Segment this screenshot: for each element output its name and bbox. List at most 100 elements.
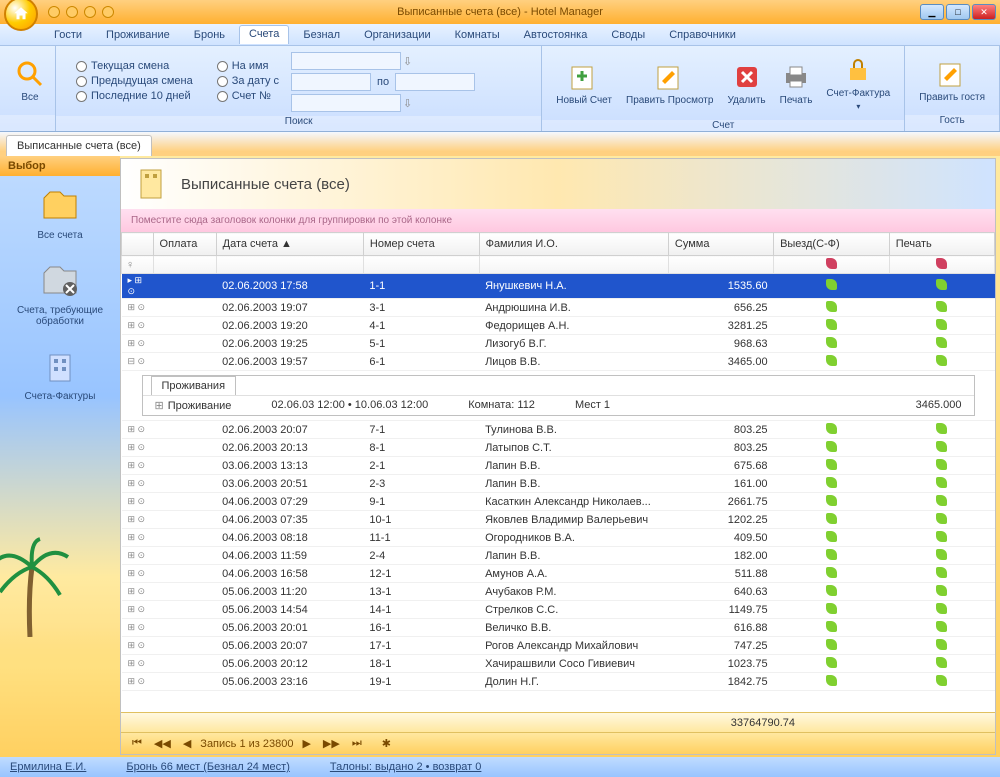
status-booking[interactable]: Бронь 66 мест (Безнал 24 мест) [126,761,290,773]
nav-next-button[interactable]: ▶ [299,737,313,750]
name-input[interactable] [291,52,401,70]
table-row[interactable]: ⊞ ⊙05.06.2003 14:5414-1Стрелков С.С.1149… [122,601,995,619]
status-coupons[interactable]: Талоны: выдано 2 • возврат 0 [330,761,482,773]
qa-button[interactable] [66,6,78,18]
printer-icon [780,61,812,93]
nav-prevpage-button[interactable]: ◀◀ [151,737,174,750]
record-navigator: ⏮ ◀◀ ◀ Запись 1 из 23800 ▶ ▶▶ ⏭ ✱ [121,732,995,754]
window-title: Выписанные счета (все) - Hotel Manager [397,6,603,18]
column-header[interactable]: Оплата [153,233,216,256]
grid-footer: 33764790.74 [121,712,995,732]
sidebar-item-invoices[interactable]: Счета-Фактуры [0,337,120,412]
column-header[interactable]: Печать [889,233,994,256]
close-button[interactable]: ✕ [972,4,996,20]
search-filter-radio[interactable]: Последние 10 дней [76,90,193,102]
column-header[interactable]: Номер счета [363,233,479,256]
table-row[interactable]: ⊞ ⊙02.06.2003 19:204-1Федорищев А.Н.3281… [122,317,995,335]
nav-nextpage-button[interactable]: ▶▶ [320,737,343,750]
search-filter-radio[interactable]: Предыдущая смена [76,75,193,87]
table-row[interactable]: ⊞ ⊙05.06.2003 20:0116-1Величко В.В.616.8… [122,619,995,637]
qa-button[interactable] [48,6,60,18]
table-row[interactable]: ⊞ ⊙05.06.2003 20:0717-1Рогов Александр М… [122,637,995,655]
menu-item-автостоянка[interactable]: Автостоянка [514,26,598,44]
table-row[interactable]: ▸ ⊞ ⊙02.06.2003 17:581-1Янушкевич Н.А.15… [122,274,995,299]
plus-icon [568,61,600,93]
column-header[interactable]: Выезд(С-Ф) [774,233,890,256]
table-row[interactable]: ⊞ ⊙05.06.2003 11:2013-1Ачубаков Р.М.640.… [122,583,995,601]
delete-bill-button[interactable]: Удалить [721,57,771,110]
table-row[interactable]: ⊞ ⊙05.06.2003 23:1619-1Долин Н.Г.1842.75 [122,673,995,691]
date-from-input[interactable] [291,73,371,91]
print-button[interactable]: Печать [774,57,819,110]
new-bill-button[interactable]: Новый Счет [550,57,618,110]
table-row[interactable]: ⊞ ⊙02.06.2003 20:138-1Латыпов С.Т.803.25 [122,439,995,457]
maximize-button[interactable]: □ [946,4,970,20]
search-filter-radio[interactable]: Счет № [217,90,279,102]
status-bar: Ермилина Е.И. Бронь 66 мест (Безнал 24 м… [0,757,1000,777]
pencil-icon [936,58,968,90]
qa-button[interactable] [102,6,114,18]
status-user[interactable]: Ермилина Е.И. [10,761,86,773]
table-row[interactable]: ⊞ ⊙04.06.2003 16:5812-1Амунов А.А.511.88 [122,565,995,583]
nav-first-button[interactable]: ⏮ [129,737,145,750]
group-by-hint[interactable]: Поместите сюда заголовок колонки для гру… [121,209,995,232]
column-header[interactable]: Фамилия И.О. [479,233,668,256]
menu-item-организации[interactable]: Организации [354,26,441,44]
pencil-icon [654,61,686,93]
title-bar: Выписанные счета (все) - Hotel Manager ▁… [0,0,1000,24]
detail-tab[interactable]: Проживания [151,376,237,395]
building-icon [40,347,80,387]
column-header[interactable]: Сумма [668,233,773,256]
column-header[interactable]: Дата счета ▲ [216,233,363,256]
sidebar-item-pending-bills[interactable]: Счета, требующие обработки [0,251,120,337]
building-icon [133,166,169,202]
data-grid[interactable]: ОплатаДата счета ▲Номер счетаФамилия И.О… [121,232,995,712]
delete-icon [731,61,763,93]
menu-item-справочники[interactable]: Справочники [659,26,746,44]
table-row[interactable]: ⊞ ⊙04.06.2003 07:3510-1Яковлев Владимир … [122,511,995,529]
qa-button[interactable] [84,6,96,18]
search-filter-radio[interactable]: Текущая смена [76,60,193,72]
table-row[interactable]: ⊞ ⊙04.06.2003 07:299-1Касаткин Александр… [122,493,995,511]
record-position: Запись 1 из 23800 [200,738,293,750]
nav-prev-button[interactable]: ◀ [180,737,194,750]
menu-item-комнаты[interactable]: Комнаты [445,26,510,44]
detail-row: Проживания⊞Проживание02.06.03 12:00 • 10… [122,371,995,421]
bill-no-input[interactable] [291,94,401,112]
table-row[interactable]: ⊞ ⊙02.06.2003 19:255-1Лизогуб В.Г.968.63 [122,335,995,353]
nav-refresh-button[interactable]: ✱ [379,737,394,750]
table-row[interactable]: ⊞ ⊙02.06.2003 19:073-1Андрюшина И.В.656.… [122,299,995,317]
search-all-button[interactable]: Все [8,54,52,107]
palm-tree-icon [0,537,70,637]
table-row[interactable]: ⊞ ⊙03.06.2003 13:132-1Лапин В.В.675.68 [122,457,995,475]
sidebar: Выбор Все счета Счета, требующие обработ… [0,156,120,757]
menu-item-безнал[interactable]: Безнал [293,26,350,44]
table-row[interactable]: ⊞ ⊙04.06.2003 08:1811-1Огородников В.А.4… [122,529,995,547]
table-row[interactable]: ⊞ ⊙03.06.2003 20:512-3Лапин В.В.161.00 [122,475,995,493]
sidebar-item-all-bills[interactable]: Все счета [0,176,120,251]
minimize-button[interactable]: ▁ [920,4,944,20]
search-filter-radio[interactable]: За дату с [217,75,279,87]
main-header: Выписанные счета (все) [121,159,995,209]
edit-guest-button[interactable]: Править гостя [913,54,991,107]
table-row[interactable]: ⊟ ⊙02.06.2003 19:576-1Лицов В.В.3465.00 [122,353,995,371]
menu-item-бронь[interactable]: Бронь [184,26,235,44]
menu-item-проживание[interactable]: Проживание [96,26,180,44]
date-to-input[interactable] [395,73,475,91]
table-row[interactable]: ⊞ ⊙05.06.2003 20:1218-1Хачирашвили Сосо … [122,655,995,673]
invoice-button[interactable]: Счет-Фактура▾ [820,50,896,116]
menu-item-своды[interactable]: Своды [601,26,655,44]
search-filter-radio[interactable]: На имя [217,60,279,72]
quick-access-toolbar [48,6,114,18]
magnifier-icon [14,58,46,90]
tab-bills[interactable]: Выписанные счета (все) [6,135,152,156]
table-row[interactable]: ⊞ ⊙04.06.2003 11:592-4Лапин В.В.182.00 [122,547,995,565]
table-row[interactable]: ⊞ ⊙02.06.2003 20:077-1Тулинова В.В.803.2… [122,421,995,439]
filter-row[interactable]: ♀ [122,256,995,274]
edit-bill-button[interactable]: Править Просмотр [620,57,719,110]
menu-item-счета[interactable]: Счета [239,25,289,44]
menu-item-гости[interactable]: Гости [44,26,92,44]
lock-icon [842,54,874,86]
beach-decoration [0,627,120,757]
nav-last-button[interactable]: ⏭ [349,737,365,750]
